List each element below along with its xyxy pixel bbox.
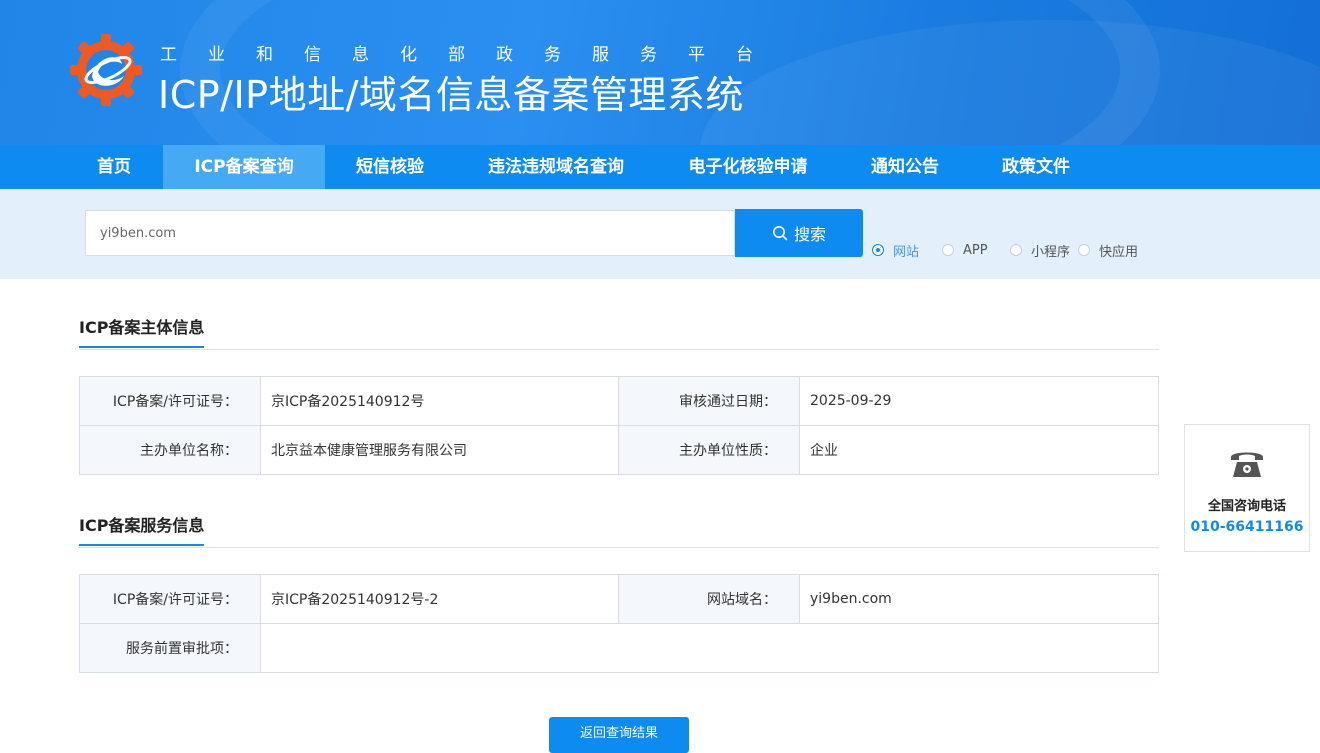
radio-label: 网站 <box>893 244 920 260</box>
section-divider <box>79 547 1159 548</box>
search-icon <box>772 226 788 241</box>
field-label: 审核通过日期： <box>618 376 800 426</box>
radio-dot-icon <box>872 244 884 256</box>
radio-label: 小程序 <box>1031 244 1071 260</box>
contact-phone[interactable]: 010-66411166 <box>1185 519 1309 535</box>
header-banner: 工业和信息化部政务服务平台 ICP/IP地址/域名信息备案管理系统 <box>0 0 1320 145</box>
nav-item-illegal-domain[interactable]: 违法违规域名查询 <box>465 145 647 189</box>
field-value: 京ICP备2025140912号 <box>260 376 619 426</box>
search-button-label: 搜索 <box>793 225 826 244</box>
page-title: ICP/IP地址/域名信息备案管理系统 <box>158 73 744 117</box>
field-label: 主办单位名称： <box>79 425 261 475</box>
field-label: 服务前置审批项： <box>79 623 261 673</box>
radio-label: 快应用 <box>1099 244 1139 260</box>
radio-quick-app[interactable]: 快应用 <box>1078 241 1139 260</box>
section-title-subject: ICP备案主体信息 <box>79 314 205 348</box>
section-divider <box>79 349 1159 350</box>
search-panel: 搜索 网站 APP 小程序 快应用 <box>0 189 1320 279</box>
radio-label: APP <box>963 242 988 258</box>
nav-item-notices[interactable]: 通知公告 <box>849 145 961 189</box>
radio-dot-icon <box>942 244 954 256</box>
nav-item-home[interactable]: 首页 <box>70 145 158 189</box>
contact-title: 全国咨询电话 <box>1207 499 1286 514</box>
header-subtitle: 工业和信息化部政务服务平台 <box>160 45 784 65</box>
nav-item-e-verify[interactable]: 电子化核验申请 <box>667 145 829 189</box>
table-row: ICP备案/许可证号： 京ICP备2025140912号 审核通过日期： 202… <box>79 376 1159 426</box>
field-label: 主办单位性质： <box>618 425 800 475</box>
nav-item-sms-verify[interactable]: 短信核验 <box>335 145 445 189</box>
radio-website[interactable]: 网站 <box>872 241 920 260</box>
field-label: ICP备案/许可证号： <box>79 574 261 624</box>
table-row: 主办单位名称： 北京益本健康管理服务有限公司 主办单位性质： 企业 <box>79 425 1159 475</box>
search-input[interactable] <box>85 210 735 256</box>
search-button[interactable]: 搜索 <box>735 209 863 257</box>
field-label: 网站域名： <box>618 574 800 624</box>
radio-dot-icon <box>1078 244 1090 256</box>
field-value: yi9ben.com <box>799 574 1159 624</box>
field-value <box>260 623 1159 673</box>
table-row: ICP备案/许可证号： 京ICP备2025140912号-2 网站域名： yi9… <box>79 574 1159 624</box>
subject-info-table: ICP备案/许可证号： 京ICP备2025140912号 审核通过日期： 202… <box>79 376 1159 475</box>
nav-item-icp-query[interactable]: ICP备案查询 <box>163 145 325 189</box>
field-value: 北京益本健康管理服务有限公司 <box>260 425 619 475</box>
field-value: 2025-09-29 <box>799 376 1159 426</box>
main-nav: 首页 ICP备案查询 短信核验 违法违规域名查询 电子化核验申请 通知公告 政策… <box>0 145 1320 189</box>
service-info-table: ICP备案/许可证号： 京ICP备2025140912号-2 网站域名： yi9… <box>79 574 1159 673</box>
radio-mini-program[interactable]: 小程序 <box>1010 241 1071 260</box>
field-value: 企业 <box>799 425 1159 475</box>
radio-app[interactable]: APP <box>942 241 988 259</box>
field-value: 京ICP备2025140912号-2 <box>260 574 619 624</box>
gear-logo-icon <box>70 34 142 106</box>
nav-item-policy[interactable]: 政策文件 <box>980 145 1092 189</box>
contact-box: 全国咨询电话 010-66411166 <box>1184 424 1310 552</box>
back-to-results-button[interactable]: 返回查询结果 <box>549 717 689 753</box>
table-row: 服务前置审批项： <box>79 623 1159 673</box>
radio-dot-icon <box>1010 244 1022 256</box>
telephone-icon <box>1231 452 1263 477</box>
field-label: ICP备案/许可证号： <box>79 376 261 426</box>
section-title-service: ICP备案服务信息 <box>79 512 205 546</box>
